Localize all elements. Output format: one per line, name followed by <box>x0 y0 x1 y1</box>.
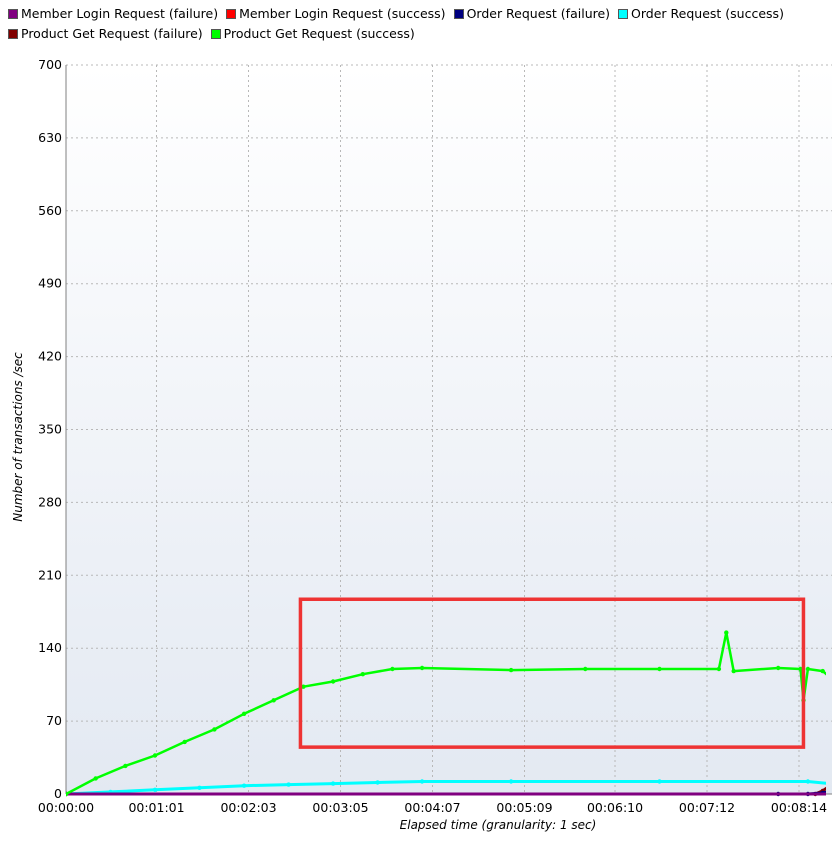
series-point <box>419 665 425 671</box>
series-point <box>805 666 811 672</box>
x-axis-title: Elapsed time (granularity: 1 sec) <box>400 818 597 832</box>
x-tick-label: 00:08:14 <box>771 800 827 815</box>
series-point <box>360 672 365 677</box>
x-tick-label: 00:02:03 <box>220 800 276 815</box>
x-tick-label: 00:07:12 <box>679 800 735 815</box>
y-tick-label: 70 <box>46 713 62 728</box>
x-tick-label: 00:06:10 <box>587 800 643 815</box>
series-point <box>583 666 588 672</box>
series-point <box>123 763 128 769</box>
y-tick-label: 0 <box>54 786 62 801</box>
y-tick-label: 420 <box>38 349 62 364</box>
series-point <box>241 711 247 716</box>
series-point <box>776 665 781 671</box>
series-point <box>66 791 69 797</box>
y-tick-label: 210 <box>38 567 62 582</box>
series-point <box>330 679 336 684</box>
series-point <box>820 668 825 674</box>
y-tick-label: 630 <box>38 130 62 145</box>
series-point <box>657 666 662 672</box>
series-point <box>657 779 662 784</box>
y-tick-label: 280 <box>38 494 62 509</box>
y-tick-label: 700 <box>38 57 62 72</box>
series-point <box>330 781 336 786</box>
x-tick-label: 00:01:01 <box>128 800 184 815</box>
series-point <box>375 780 380 785</box>
series-point <box>724 630 729 635</box>
series-point <box>286 782 291 787</box>
series-point <box>508 779 514 784</box>
x-tick-label: 00:04:07 <box>404 800 460 815</box>
series-point <box>271 698 276 703</box>
x-tick-label: 00:00:00 <box>38 800 94 815</box>
series-point <box>731 668 736 674</box>
y-tick-label: 140 <box>38 640 62 655</box>
series-point <box>805 779 811 784</box>
series-point <box>152 753 158 758</box>
series-point <box>93 776 98 781</box>
series-point <box>419 779 425 784</box>
series-point <box>390 666 395 672</box>
series-point <box>152 787 158 792</box>
y-tick-label: 350 <box>38 422 62 437</box>
y-tick-label: 560 <box>38 203 62 218</box>
y-tick-label: 490 <box>38 276 62 291</box>
series-point <box>241 783 247 788</box>
series-point <box>197 785 202 790</box>
series-point <box>508 667 514 673</box>
series-point <box>212 727 217 732</box>
x-tick-label: 00:05:09 <box>496 800 552 815</box>
chart-svg: 0 70 140 210 280 350 420 490 560 630 700 00:00:00 0… <box>11 57 832 832</box>
y-axis-title: Number of transactions /sec <box>11 352 25 522</box>
series-point <box>182 739 187 745</box>
x-tick-label: 00:03:05 <box>312 800 368 815</box>
series-point <box>716 666 722 672</box>
